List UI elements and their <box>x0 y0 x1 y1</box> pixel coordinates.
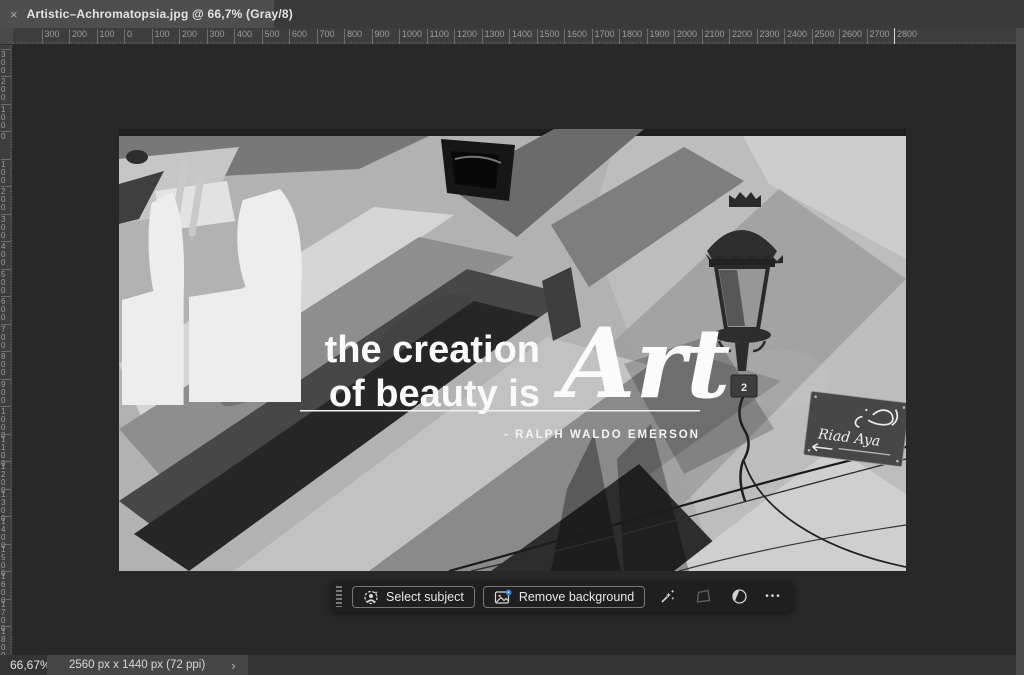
ruler-label-h: 1800 <box>619 29 642 45</box>
ruler-label-h: 2800 <box>894 29 917 45</box>
status-chevron-icon[interactable]: › <box>231 659 235 672</box>
ruler-label-h: 100 <box>97 29 115 45</box>
select-subject-label: Select subject <box>386 590 464 604</box>
ruler-label-h: 2700 <box>867 29 890 45</box>
remove-background-label: Remove background <box>519 590 634 604</box>
status-bar: 66,67% 2560 px x 1440 px (72 ppi) › <box>0 655 1016 675</box>
ruler-label-v: 2 0 0 <box>1 76 11 102</box>
document-tab[interactable]: × Artistic–Achromatopsia.jpg @ 66,7% (Gr… <box>0 0 274 28</box>
panel-edge-strip[interactable] <box>1016 28 1024 675</box>
ruler-label-h: 900 <box>372 29 390 45</box>
ruler-label-h: 1700 <box>592 29 615 45</box>
ruler-label-v: 1 8 0 0 <box>1 626 11 655</box>
ruler-label-h: 2000 <box>674 29 697 45</box>
quote-line1: the creation <box>325 329 540 371</box>
ruler-label-h: 800 <box>344 29 362 45</box>
lamp-number: 2 <box>741 382 747 394</box>
photoshop-window: × Artistic–Achromatopsia.jpg @ 66,7% (Gr… <box>0 0 1024 675</box>
document-tab-bar: × Artistic–Achromatopsia.jpg @ 66,7% (Gr… <box>0 0 1024 28</box>
document-canvas[interactable]: 2 Riad Aya <box>119 129 906 571</box>
ruler-label-v: 8 0 0 <box>1 351 11 377</box>
ruler-label-v: 1 0 0 <box>1 159 11 185</box>
quote-underline <box>300 410 700 412</box>
canvas-work-area[interactable]: 2 Riad Aya <box>13 45 1016 655</box>
ruler-label-h: 1000 <box>399 29 422 45</box>
ruler-label-h: 1200 <box>454 29 477 45</box>
adjustments-button[interactable] <box>725 585 753 609</box>
ruler-label-h: 300 <box>42 29 60 45</box>
ruler-label-h: 700 <box>317 29 335 45</box>
quote-word-art: Art <box>553 307 730 420</box>
contextual-taskbar: Select subject Remove background <box>330 581 794 612</box>
ruler-label-v: 1 0 0 <box>1 104 11 130</box>
generative-magic-button[interactable] <box>653 585 681 609</box>
person-select-icon <box>363 589 379 605</box>
ruler-label-h: 1900 <box>647 29 670 45</box>
ruler-label-h: 300 <box>207 29 225 45</box>
ruler-label-h: 500 <box>262 29 280 45</box>
more-options-button[interactable]: ••• <box>761 591 786 602</box>
ruler-label-h: 1600 <box>564 29 587 45</box>
ruler-label-h: 2100 <box>702 29 725 45</box>
ruler-label-v: 2 0 0 <box>1 186 11 212</box>
ruler-label-h: 2600 <box>839 29 862 45</box>
ruler-label-h: 2500 <box>812 29 835 45</box>
contrast-circle-icon <box>731 588 748 605</box>
ruler-label-h: 600 <box>289 29 307 45</box>
ruler-label-h: 2400 <box>784 29 807 45</box>
ruler-cursor-indicator <box>894 28 895 45</box>
taskbar-drag-handle[interactable] <box>336 586 342 607</box>
ruler-corner[interactable] <box>0 28 13 45</box>
quote-line2: of beauty is <box>329 373 540 415</box>
ruler-label-h: 1500 <box>537 29 560 45</box>
ruler-label-h: 1400 <box>509 29 532 45</box>
document-dimensions: 2560 px x 1440 px (72 ppi) <box>69 659 205 671</box>
ruler-label-v: 5 0 0 <box>1 269 11 295</box>
ruler-label-h: 0 <box>124 29 132 45</box>
ruler-label-h: 2200 <box>729 29 752 45</box>
document-info[interactable]: 2560 px x 1440 px (72 ppi) › <box>47 655 248 675</box>
zoom-level-field[interactable]: 66,67% <box>0 658 47 672</box>
transform-quad-icon <box>695 588 712 605</box>
ruler-vertical[interactable]: 3 0 02 0 01 0 001 0 02 0 03 0 04 0 05 0 … <box>0 45 13 655</box>
select-subject-button[interactable]: Select subject <box>352 586 475 608</box>
ruler-label-v: 7 0 0 <box>1 324 11 350</box>
ruler-label-h: 400 <box>234 29 252 45</box>
ruler-label-h: 2300 <box>757 29 780 45</box>
riad-aya-sign: Riad Aya <box>803 391 906 467</box>
remove-background-button[interactable]: Remove background <box>483 586 645 608</box>
remove-background-icon <box>494 589 512 605</box>
artwork-image: 2 Riad Aya <box>119 129 906 571</box>
magic-wand-icon <box>659 588 676 605</box>
document-title: Artistic–Achromatopsia.jpg @ 66,7% (Gray… <box>27 7 293 21</box>
ruler-label-v: 4 0 0 <box>1 241 11 267</box>
ruler-label-v: 3 0 0 <box>1 49 11 75</box>
ruler-label-v: 6 0 0 <box>1 296 11 322</box>
quote-attribution: - RALPH WALDO EMERSON <box>504 429 700 441</box>
ruler-label-h: 200 <box>69 29 87 45</box>
ruler-horizontal[interactable]: 3002001000100200300400500600700800900100… <box>13 28 1016 45</box>
ruler-label-h: 200 <box>179 29 197 45</box>
transform-button[interactable] <box>689 585 717 609</box>
tab-close-icon[interactable]: × <box>10 8 18 21</box>
ruler-label-h: 100 <box>152 29 170 45</box>
ruler-label-v: 3 0 0 <box>1 214 11 240</box>
ruler-label-h: 1300 <box>482 29 505 45</box>
ruler-label-h: 1100 <box>427 29 449 45</box>
ruler-label-v: 9 0 0 <box>1 379 11 405</box>
ruler-label-v: 0 <box>1 131 11 141</box>
